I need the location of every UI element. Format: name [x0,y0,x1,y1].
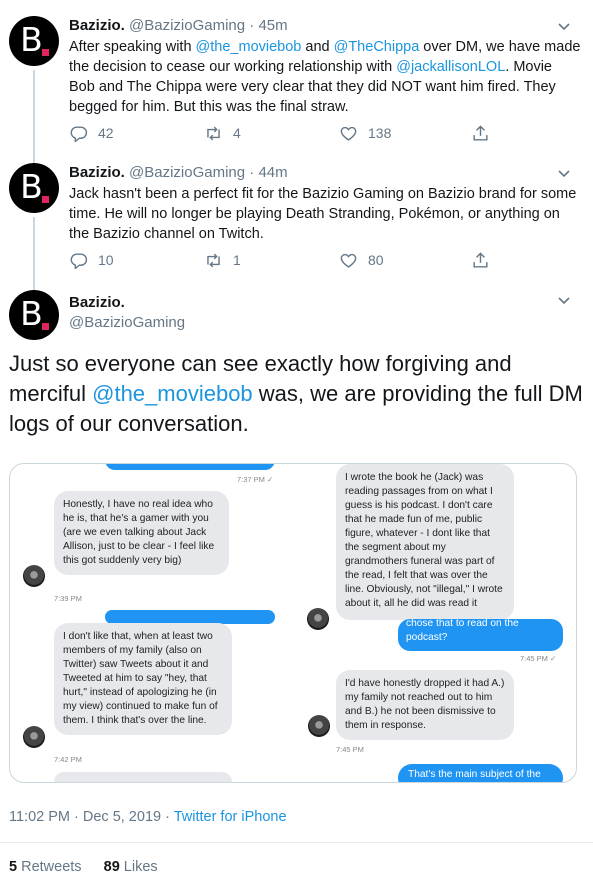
tweet-text: Jack hasn't been a perfect fit for the B… [69,184,581,244]
tweet-stats: 5 Retweets 89 Likes [9,859,158,875]
dm-time: 7:45 PM ✓ [520,654,557,663]
avatar [307,608,329,630]
author-name[interactable]: Bazizio. [69,17,125,34]
retweet-button[interactable]: 4 [204,123,241,143]
dm-time: 7:37 PM ✓ [237,475,274,484]
tweet-text-segment: After speaking with [69,39,196,55]
sent-bubble: That's the main subject of the [398,764,563,782]
source-link[interactable]: Twitter for iPhone [174,809,287,825]
retweet-button[interactable]: 1 [204,250,241,270]
share-button[interactable] [471,123,490,143]
mention-link[interactable]: @TheChippa [334,39,420,55]
like-count: 80 [368,252,384,268]
sent-bubble: chose that to read on the podcast? [398,619,563,651]
reply-icon [70,125,88,142]
dm-message: I wrote the book he (Jack) was reading p… [336,464,514,620]
mention-link[interactable]: @the_moviebob [196,39,302,55]
share-icon [473,124,488,141]
dm-time: 7:39 PM [54,594,82,603]
likes-stat[interactable]: 89 Likes [104,859,158,875]
retweet-count: 1 [233,252,241,268]
dm-message: I don't like that, when at least two mem… [54,623,232,735]
sent-bubble [105,610,275,624]
thread-line [33,217,35,297]
dm-screenshot-image[interactable]: 7:37 PM ✓ Honestly, I have no real idea … [9,463,577,783]
tweet-2[interactable]: B Bazizio. @BazizioGaming · 44m Jack has… [0,163,593,297]
thread-line [33,70,35,176]
divider [0,842,593,843]
reply-icon [70,252,88,269]
sent-bubble [105,464,275,470]
reply-count: 42 [98,125,114,141]
like-count: 138 [368,125,392,141]
author-handle[interactable]: @BazizioGaming [129,164,245,181]
chevron-down-icon[interactable] [557,290,571,310]
tweet-timestamp: 11:02 PM · Dec 5, 2019 · Twitter for iPh… [9,809,287,825]
heart-icon [340,253,357,268]
dm-message: Honestly, I have no real idea who he is,… [54,491,229,575]
main-tweet-text: Just so everyone can see exactly how for… [9,351,583,436]
mention-link[interactable]: @the_moviebob [92,381,253,406]
tweet-text-segment: and [301,39,334,55]
tweet-1[interactable]: B Bazizio. @BazizioGaming · 45m After sp… [0,16,593,176]
dm-message: I'd have honestly dropped it had A.) my … [336,670,514,740]
retweet-icon [207,253,220,267]
share-button[interactable] [471,250,490,270]
retweet-icon [207,126,220,140]
dm-message [54,772,232,782]
avatar [23,726,45,748]
tweet-header: Bazizio. @BazizioGaming · 45m [69,17,288,34]
heart-icon [340,126,357,141]
like-button[interactable]: 80 [339,250,384,270]
tweet-time[interactable]: 45m [258,17,287,34]
avatar [23,565,45,587]
chevron-down-icon[interactable] [557,16,571,36]
author-handle[interactable]: @BazizioGaming [129,17,245,34]
like-button[interactable]: 138 [339,123,391,143]
avatar[interactable]: B [9,290,59,340]
tweet-text-segment: Jack hasn't been a perfect fit for the B… [69,186,577,242]
author-name[interactable]: Bazizio. [69,164,125,181]
chevron-down-icon[interactable] [557,163,571,183]
dm-time: 7:42 PM [54,755,82,764]
tweet-text: After speaking with @the_moviebob and @T… [69,37,581,117]
reply-count: 10 [98,252,114,268]
avatar[interactable]: B [9,163,59,213]
retweets-stat[interactable]: 5 Retweets [9,859,82,875]
author-name[interactable]: Bazizio. [69,293,185,313]
mention-link[interactable]: @jackallisonLOL [396,59,505,75]
retweet-count: 4 [233,125,241,141]
dm-time: 7:45 PM [336,745,364,754]
author-handle[interactable]: @BazizioGaming [69,313,185,333]
tweet-header: Bazizio. @BazizioGaming · 44m [69,164,288,181]
reply-button[interactable]: 10 [69,250,114,270]
share-icon [473,251,488,268]
avatar[interactable]: B [9,16,59,66]
tweet-header: Bazizio. @BazizioGaming [69,293,185,333]
reply-button[interactable]: 42 [69,123,114,143]
avatar [308,715,330,737]
tweet-actions: 10 1 80 [69,250,509,270]
tweet-time[interactable]: 44m [258,164,287,181]
tweet-actions: 42 4 138 [69,123,509,143]
